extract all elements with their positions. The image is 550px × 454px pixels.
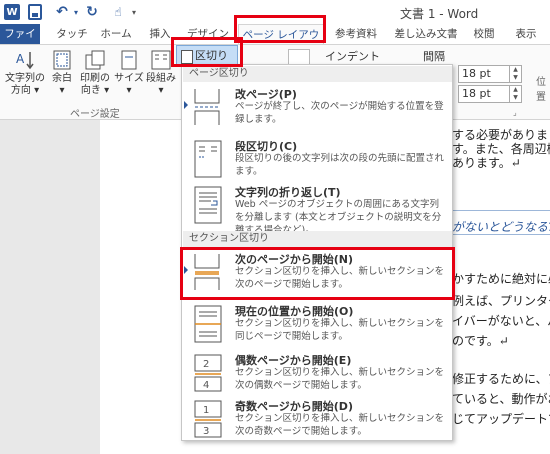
tab-touch[interactable]: タッチ	[52, 24, 92, 44]
menu-item-continuous[interactable]: 現在の位置から開始(O) セクション区切りを挿入し、新しいセクションを同じページ…	[183, 300, 452, 352]
spin-arrows-icon[interactable]: ▲ ▼	[509, 86, 521, 102]
section-header-section-breaks: セクション区切り	[183, 231, 452, 247]
even-page-break-icon: 2 4	[194, 354, 222, 392]
selected-indicator-icon	[184, 101, 188, 109]
window-title: 文書 1 - Word	[400, 7, 479, 21]
heading-rule	[452, 210, 550, 211]
page-setup-group-label: ページ設定	[70, 109, 120, 120]
text-wrapping-icon	[194, 186, 222, 224]
tab-references[interactable]: 参考資料	[330, 24, 382, 44]
size-icon	[121, 50, 137, 70]
tab-mailings[interactable]: 差し込み文書	[390, 24, 462, 44]
word-window: W ↶ ▾ ↻ ☝ ▾ 文書 1 - Word ファイル タッチ ホーム 挿入 …	[0, 0, 550, 454]
orientation-label-1: 印刷の	[80, 73, 110, 84]
doc-line: ていると、動作がお	[452, 392, 550, 406]
word-logo-icon: W	[4, 4, 20, 20]
column-break-icon	[194, 140, 222, 178]
redo-icon[interactable]: ↻	[84, 4, 100, 20]
doc-line: のです。↵	[452, 334, 509, 348]
svg-text:2: 2	[203, 359, 209, 370]
continuous-break-icon	[194, 305, 222, 343]
svg-text:A: A	[16, 52, 25, 66]
menu-item-page-break[interactable]: 改ページ(P) ページが終了し、次のページが開始する位置を登録します。	[183, 83, 452, 135]
save-icon[interactable]	[28, 4, 42, 20]
svg-text:1: 1	[203, 405, 209, 416]
tab-home[interactable]: ホーム	[96, 24, 136, 44]
svg-text:4: 4	[203, 380, 209, 391]
columns-icon	[151, 50, 171, 70]
spacing-label: 間隔	[423, 50, 445, 63]
tab-review[interactable]: 校閲	[466, 24, 502, 44]
spacing-after-value: 18 pt	[462, 87, 491, 100]
undo-dropdown-icon[interactable]: ▾	[72, 4, 80, 20]
spin-arrows-icon[interactable]: ▲ ▼	[509, 66, 521, 82]
menu-item-odd-page[interactable]: 1 3 奇数ページから開始(D) セクション区切りを挿入し、新しいセクションを次…	[183, 395, 452, 441]
tab-view[interactable]: 表示	[508, 24, 544, 44]
paragraph-dialog-launcher-icon[interactable]: ⌟	[513, 108, 517, 117]
touch-mode-icon[interactable]: ☝	[110, 4, 126, 20]
doc-line: 例えば、プリンター	[452, 294, 550, 308]
text-direction-label-2: 方向	[10, 85, 31, 96]
doc-line: イバーがないと、パ	[452, 314, 550, 328]
margins-icon	[53, 50, 71, 70]
orientation-icon	[85, 50, 105, 70]
odd-page-desc: セクション区切りを挿入し、新しいセクションを次の奇数ページで開始します。	[235, 413, 445, 437]
size-button[interactable]: サイズ ▾	[114, 49, 144, 97]
odd-page-break-icon: 1 3	[194, 400, 222, 438]
margins-label: 余白	[52, 73, 72, 84]
customize-toolbar-icon[interactable]: ▾	[130, 4, 138, 20]
text-direction-icon: A	[16, 52, 34, 70]
orientation-button[interactable]: 印刷の 向き ▾	[78, 49, 112, 97]
tab-file[interactable]: ファイル	[0, 24, 40, 60]
section-header-page-breaks: ページ区切り	[183, 66, 452, 82]
columns-label: 段組み	[146, 73, 176, 84]
orientation-label-2: 向き	[80, 85, 101, 96]
even-page-desc: セクション区切りを挿入し、新しいセクションを次の偶数ページで開始します。	[235, 367, 445, 391]
indent-label: インデント	[325, 50, 380, 63]
undo-icon[interactable]: ↶	[54, 4, 70, 20]
doc-heading: がないとどうなる?↵	[452, 220, 550, 234]
text-direction-label-1: 文字列の	[5, 73, 45, 84]
doc-line: 修正するために、ア	[452, 372, 550, 386]
heading-rule	[452, 234, 550, 235]
svg-text:3: 3	[203, 426, 209, 437]
position-label[interactable]: 位置	[536, 73, 550, 103]
size-label: サイズ	[114, 73, 144, 84]
highlight-page-layout-tab	[234, 15, 326, 43]
text-direction-button[interactable]: A 文字列の 方向 ▾	[4, 49, 46, 97]
menu-item-even-page[interactable]: 2 4 偶数ページから開始(E) セクション区切りを挿入し、新しいセクションを次…	[183, 349, 452, 397]
spacing-before-field[interactable]: 18 pt ▲ ▼	[458, 65, 522, 83]
doc-line: あります。↵	[452, 156, 521, 170]
menu-item-column-break[interactable]: 段区切り(C) 段区切りの後の文字列は次の段の先頭に配置されます。	[183, 135, 452, 181]
doc-line: じてアップデートで	[452, 412, 550, 426]
spacing-before-value: 18 pt	[462, 67, 491, 80]
spacing-after-field[interactable]: 18 pt ▲ ▼	[458, 85, 522, 103]
page-break-icon	[194, 89, 220, 125]
highlight-breaks-button	[171, 37, 243, 67]
doc-line: かすために絶対に必	[452, 272, 550, 286]
page-break-desc: ページが終了し、次のページが開始する位置を登録します。	[235, 101, 444, 125]
continuous-desc: セクション区切りを挿入し、新しいセクションを同じページで開始します。	[235, 318, 445, 342]
margins-button[interactable]: 余白 ▾	[48, 49, 76, 97]
column-break-desc: 段区切りの後の文字列は次の段の先頭に配置されます。	[235, 153, 445, 177]
highlight-next-page-item	[180, 247, 455, 300]
